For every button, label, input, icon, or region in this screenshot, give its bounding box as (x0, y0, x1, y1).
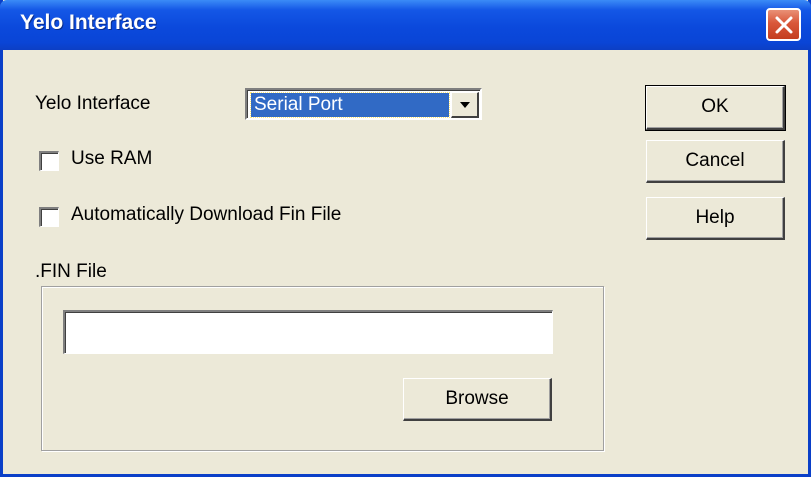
dropdown-frame: Serial Port (247, 90, 480, 118)
auto-download-label[interactable]: Automatically Download Fin File (71, 204, 341, 226)
dropdown-selected-value: Serial Port (250, 92, 450, 118)
help-button[interactable]: Help (646, 197, 785, 240)
auto-download-checkbox[interactable] (39, 207, 59, 227)
close-icon (775, 16, 793, 34)
dialog-window: Yelo Interface Yelo Interface Serial Por… (0, 0, 811, 477)
cancel-button[interactable]: Cancel (646, 140, 785, 183)
fin-file-group-label: .FIN File (35, 261, 107, 282)
help-button-label: Help (695, 207, 735, 228)
browse-button-label: Browse (445, 388, 509, 409)
browse-button[interactable]: Browse (403, 378, 552, 421)
ok-button-label: OK (701, 96, 729, 117)
cancel-button-label: Cancel (685, 150, 745, 171)
dropdown-arrow-button[interactable] (451, 92, 479, 118)
title-bar[interactable]: Yelo Interface (0, 0, 811, 50)
use-ram-checkbox[interactable] (39, 151, 59, 171)
interface-dropdown[interactable]: Serial Port (245, 88, 482, 120)
ok-button[interactable]: OK (645, 85, 786, 131)
use-ram-label[interactable]: Use RAM (71, 148, 152, 170)
fin-file-path-input[interactable] (63, 310, 553, 354)
chevron-down-icon (460, 102, 470, 108)
window-title: Yelo Interface (20, 11, 157, 34)
close-button[interactable] (766, 8, 801, 41)
interface-label: Yelo Interface (35, 93, 151, 114)
